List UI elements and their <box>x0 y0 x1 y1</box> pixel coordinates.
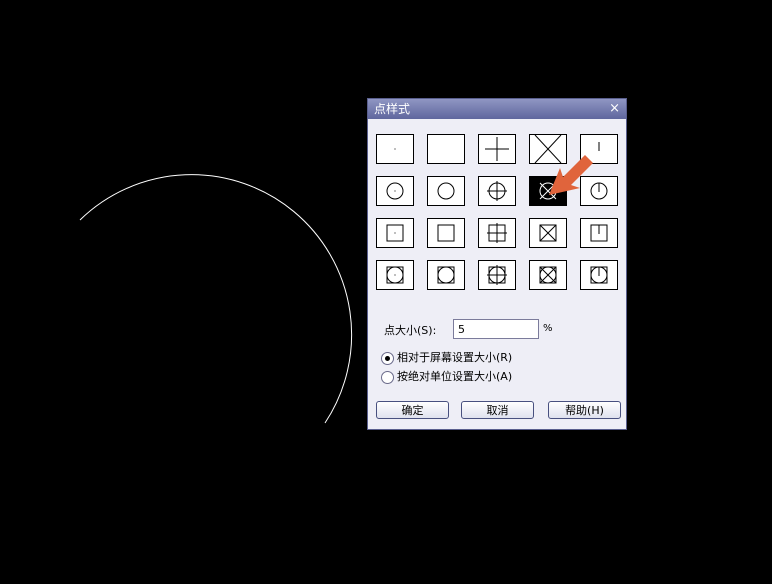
point-style-cross[interactable] <box>529 134 567 164</box>
dialog-title: 点样式 <box>374 102 411 116</box>
point-style-glyph <box>394 148 396 150</box>
point-style-plus[interactable] <box>478 134 516 164</box>
point-style-circle-plus[interactable] <box>478 176 516 206</box>
point-style-glyph <box>437 266 455 284</box>
point-style-glyph <box>386 224 404 242</box>
relative-size-label: 相对于屏幕设置大小(R) <box>397 351 513 364</box>
point-style-circle-square-dot[interactable] <box>376 260 414 290</box>
cancel-button[interactable]: 取消 <box>461 401 534 419</box>
ok-button[interactable]: 确定 <box>376 401 449 419</box>
point-style-circle-tick[interactable] <box>580 176 618 206</box>
arc-curve <box>79 174 353 424</box>
point-style-square-plus[interactable] <box>478 218 516 248</box>
point-style-glyph <box>437 224 455 242</box>
point-style-glyph <box>539 266 557 284</box>
point-style-circle-square-tick[interactable] <box>580 260 618 290</box>
point-size-input[interactable] <box>453 319 539 339</box>
point-style-glyph <box>590 266 608 284</box>
point-style-glyph <box>487 223 507 243</box>
absolute-size-option[interactable]: 按绝对单位设置大小(A) <box>381 368 512 384</box>
point-style-glyph <box>386 266 404 284</box>
point-style-glyph <box>487 265 507 285</box>
point-style-circle-square-cross[interactable] <box>529 260 567 290</box>
point-style-glyph <box>428 135 464 163</box>
radio-absolute[interactable] <box>381 370 394 384</box>
point-style-glyph <box>386 182 404 200</box>
point-style-square-cross[interactable] <box>529 218 567 248</box>
point-style-square-dot[interactable] <box>376 218 414 248</box>
radio-relative[interactable] <box>381 351 394 365</box>
point-style-glyph <box>437 182 455 200</box>
point-style-glyph <box>534 135 562 163</box>
point-style-dot[interactable] <box>376 134 414 164</box>
point-style-glyph <box>487 181 507 201</box>
title-bar: 点样式 × <box>368 99 626 119</box>
point-style-tick[interactable] <box>580 134 618 164</box>
point-style-circle-cross[interactable] <box>529 176 567 206</box>
point-style-square-tick[interactable] <box>580 218 618 248</box>
point-style-circle-square[interactable] <box>427 260 465 290</box>
percent-unit: % <box>543 323 553 334</box>
point-style-circle-square-plus[interactable] <box>478 260 516 290</box>
absolute-size-label: 按绝对单位设置大小(A) <box>397 370 513 383</box>
point-style-glyph <box>590 224 608 242</box>
relative-size-option[interactable]: 相对于屏幕设置大小(R) <box>381 349 512 365</box>
point-style-none[interactable] <box>427 134 465 164</box>
point-style-glyph <box>539 224 557 242</box>
point-style-circle-dot[interactable] <box>376 176 414 206</box>
point-size-label: 点大小(S): <box>384 324 437 337</box>
point-style-glyph <box>598 142 600 151</box>
point-style-glyph <box>539 182 557 200</box>
point-style-glyph <box>485 137 509 161</box>
point-style-glyph <box>590 182 608 200</box>
point-style-square[interactable] <box>427 218 465 248</box>
help-button[interactable]: 帮助(H) <box>548 401 621 419</box>
point-style-circle[interactable] <box>427 176 465 206</box>
close-icon[interactable]: × <box>609 99 620 119</box>
point-style-dialog: 点样式 × 点大小(S): % 相对于屏幕设置大小(R) 按绝对单位设置大小(A… <box>367 98 627 430</box>
